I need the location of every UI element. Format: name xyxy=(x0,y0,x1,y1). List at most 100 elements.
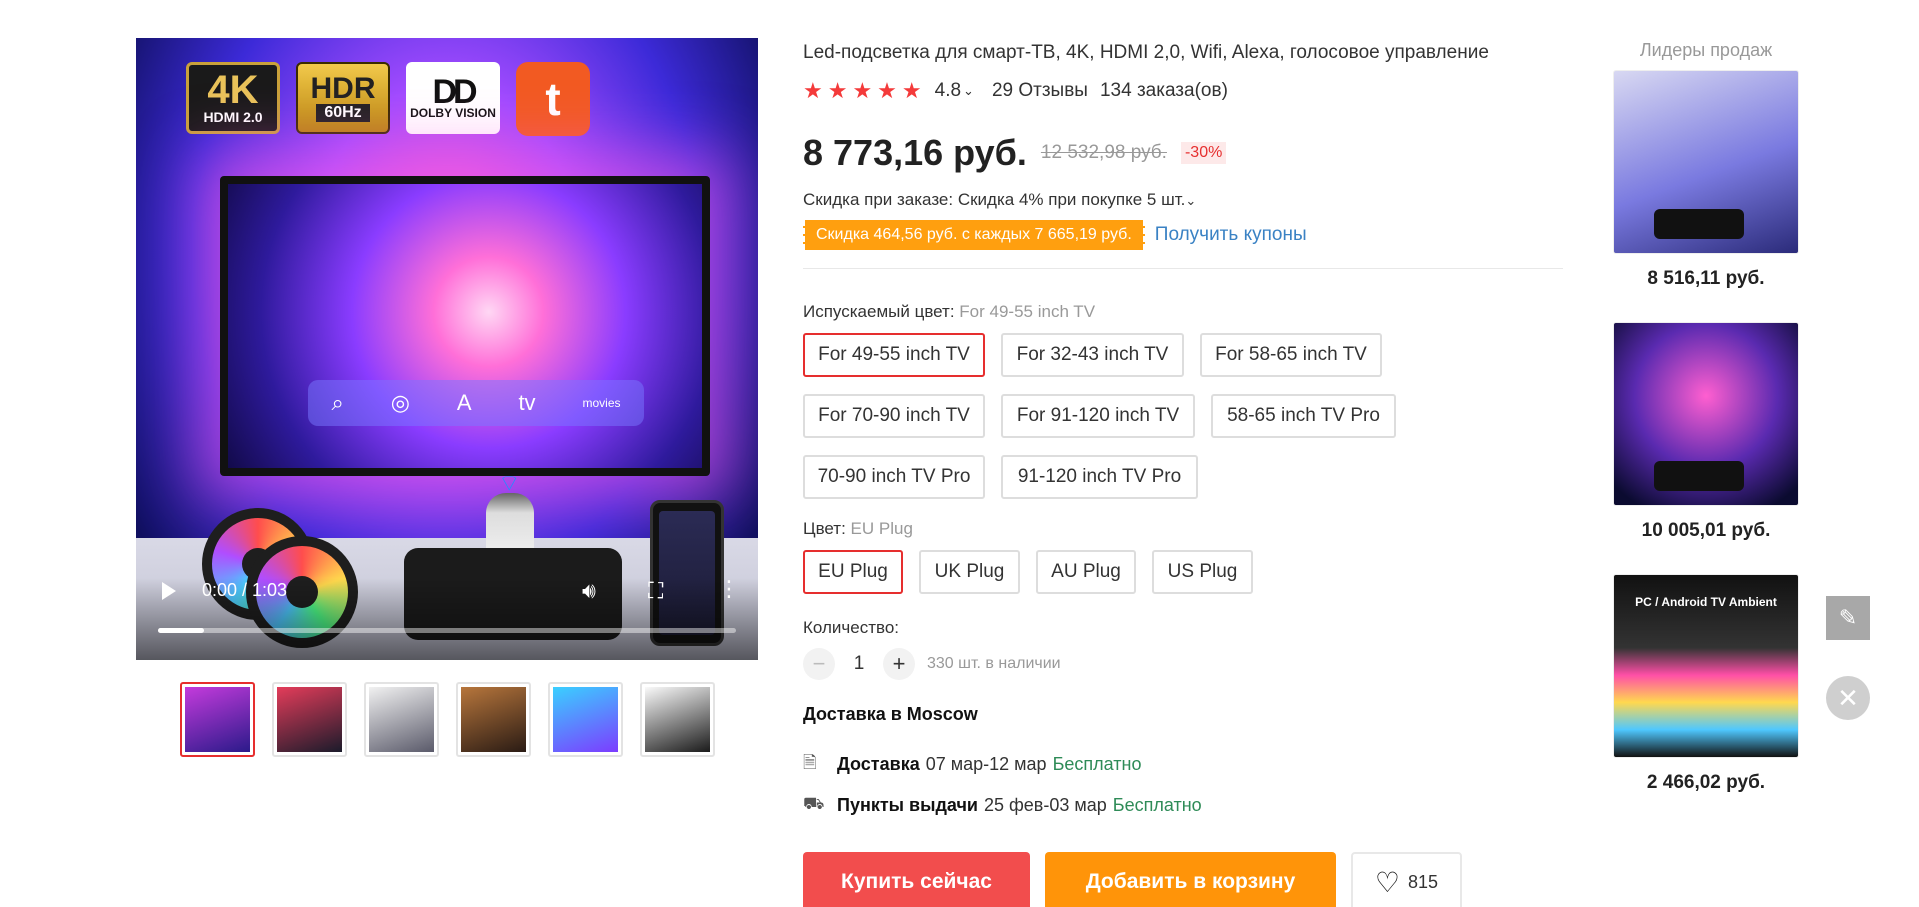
delivery-title: Доставка в Moscow xyxy=(803,704,978,724)
plug-option[interactable]: EU Plug xyxy=(803,550,903,594)
bestsellers-title: Лидеры продаж xyxy=(1639,40,1773,60)
delivery-cost: Бесплатно xyxy=(1052,754,1142,774)
gallery-thumbnail[interactable] xyxy=(548,682,623,757)
video-progress-bar[interactable] xyxy=(158,628,736,633)
size-option[interactable]: 91-120 inch TV Pro xyxy=(1001,455,1198,499)
coupon-ticket: Скидка 464,56 руб. с каждых 7 665,19 руб… xyxy=(803,220,1145,250)
product-title: Led-подсветка для смарт-ТВ, 4K, HDMI 2,0… xyxy=(803,42,1489,63)
plug-option[interactable]: AU Plug xyxy=(1036,550,1136,594)
bestseller-item[interactable]: 8 516,11 руб. xyxy=(1613,70,1799,290)
movies-app-icon: movies xyxy=(582,396,621,410)
fullscreen-icon[interactable]: ⛶ xyxy=(648,578,663,604)
rating-value[interactable]: 4.8 xyxy=(935,80,961,102)
gallery-thumbnail[interactable] xyxy=(272,682,347,757)
pickup-label: Пункты выдачи xyxy=(837,794,978,815)
plug-option[interactable]: UK Plug xyxy=(919,550,1020,594)
wishlist-button[interactable]: ♡ 815 xyxy=(1351,852,1462,907)
gallery-thumbnail[interactable] xyxy=(456,682,531,757)
size-option[interactable]: For 49-55 inch TV xyxy=(803,333,985,377)
hdr-badge-text: HDR xyxy=(310,72,376,105)
tv-box-illustration xyxy=(1654,209,1744,239)
thumbnail-image xyxy=(645,687,710,752)
volume-icon[interactable]: 🔊︎ xyxy=(582,578,596,604)
size-option[interactable]: For 70-90 inch TV xyxy=(803,394,985,438)
bestseller-image xyxy=(1613,322,1799,506)
delivery-dates: 07 мар-12 мар xyxy=(925,754,1047,774)
decrease-quantity-button[interactable]: − xyxy=(803,648,835,680)
gallery-thumbnail[interactable] xyxy=(180,682,255,757)
emitted-color-selected: For 49-55 inch TV xyxy=(959,302,1096,321)
pickup-cost: Бесплатно xyxy=(1112,794,1202,815)
video-time: 0:00 / 1:03 xyxy=(202,580,288,600)
search-app-icon: ⌕ xyxy=(331,390,344,415)
thumbnail-image xyxy=(553,687,618,752)
gallery-thumbnail[interactable] xyxy=(364,682,439,757)
bulk-discount-text: Скидка при заказе: Скидка 4% при покупке… xyxy=(803,190,1186,209)
dolby-vision-text: DOLBY VISION xyxy=(410,105,496,120)
thumbnail-image xyxy=(461,687,526,752)
chevron-down-icon[interactable]: ⌄ xyxy=(963,83,974,99)
thumbnail-image xyxy=(185,687,250,752)
coupon-row: Скидка 464,56 руб. с каждых 7 665,19 руб… xyxy=(803,220,1307,250)
bestseller-image: PC / Android TV Ambient xyxy=(1613,574,1799,758)
edit-pencil-icon[interactable]: ✎ xyxy=(1826,596,1870,640)
app-store-icon: A xyxy=(456,390,472,415)
feature-badges: 4K HDMI 2.0 HDR 60Hz DD DOLBY VISION t xyxy=(186,62,590,136)
current-price: 8 773,16 руб. xyxy=(803,132,1027,173)
add-to-cart-button[interactable]: Добавить в корзину xyxy=(1045,852,1336,907)
increase-quantity-button[interactable]: + xyxy=(883,648,915,680)
more-options-icon[interactable]: ⋮ xyxy=(718,576,740,602)
4k-badge: 4K HDMI 2.0 xyxy=(186,62,280,134)
color-label-text: Цвет: xyxy=(803,519,851,538)
tv-app-dock: ⌕ ◎ A tv movies xyxy=(308,380,644,426)
divider xyxy=(803,268,1563,269)
bestseller-item[interactable]: 10 005,01 руб. xyxy=(1613,322,1799,542)
plug-option[interactable]: US Plug xyxy=(1152,550,1253,594)
hdmi-badge-text: HDMI 2.0 xyxy=(203,109,263,125)
dolby-logo-icon: DD xyxy=(432,72,477,111)
bulk-discount-dropdown[interactable]: Скидка при заказе: Скидка 4% при покупке… xyxy=(803,190,1196,210)
tv-screen: ⌕ ◎ A tv movies xyxy=(228,184,702,468)
delivery-label: Доставка xyxy=(837,754,920,774)
bestseller-item[interactable]: PC / Android TV Ambient 2 466,02 руб. xyxy=(1613,574,1799,794)
heart-icon: ♡ xyxy=(1374,866,1401,898)
4k-badge-text: 4K xyxy=(207,68,259,112)
thumbnail-image xyxy=(277,687,342,752)
price-row: 8 773,16 руб. 12 532,98 руб. -30% xyxy=(803,132,1227,174)
pickup-dates: 25 фев-03 мар xyxy=(983,794,1107,815)
close-icon[interactable]: ✕ xyxy=(1826,676,1870,720)
tv-box-illustration xyxy=(1654,461,1744,491)
hdr-badge: HDR 60Hz xyxy=(296,62,390,134)
dolby-vision-badge: DD DOLBY VISION xyxy=(406,62,500,134)
quantity-stepper: − 1 + 330 шт. в наличии xyxy=(803,648,1061,680)
old-price: 12 532,98 руб. xyxy=(1040,142,1167,163)
emitted-color-label: Испускаемый цвет: For 49-55 inch TV xyxy=(803,302,1095,322)
tv-illustration: ⌕ ◎ A tv movies xyxy=(220,176,710,476)
product-video[interactable]: 4K HDMI 2.0 HDR 60Hz DD DOLBY VISION t ⌕… xyxy=(136,38,758,660)
gallery-thumbnail[interactable] xyxy=(640,682,715,757)
tuya-glyph: t xyxy=(545,73,561,125)
orders-count: 134 заказа(ов) xyxy=(1099,80,1228,101)
stock-count: 330 шт. в наличии xyxy=(927,655,1061,672)
chevron-down-icon: ⌄ xyxy=(1185,193,1197,208)
reviews-link[interactable]: 29 Отзывы xyxy=(992,80,1088,102)
bestseller-price: 2 466,02 руб. xyxy=(1646,772,1766,793)
bestseller-caption: PC / Android TV Ambient xyxy=(1635,595,1777,609)
play-icon[interactable] xyxy=(162,582,176,600)
size-option[interactable]: For 58-65 inch TV xyxy=(1200,333,1382,377)
size-option[interactable]: For 32-43 inch TV xyxy=(1001,333,1184,377)
rating-row: ★★★★★ 4.8 ⌄ 29 Отзывы 134 заказа(ов) xyxy=(803,78,1228,104)
get-coupons-link[interactable]: Получить купоны xyxy=(1155,224,1307,246)
quantity-value[interactable]: 1 xyxy=(835,653,883,675)
color-selected: EU Plug xyxy=(850,519,913,538)
hdr-hz-text: 60Hz xyxy=(316,104,370,122)
emitted-color-label-text: Испускаемый цвет: xyxy=(803,302,960,321)
camera-app-icon: ◎ xyxy=(390,390,410,415)
size-option[interactable]: 58-65 inch TV Pro xyxy=(1211,394,1396,438)
size-option[interactable]: For 91-120 inch TV xyxy=(1001,394,1195,438)
pickup-point-icon: ⛟ xyxy=(803,794,825,813)
bestseller-price: 8 516,11 руб. xyxy=(1647,268,1765,289)
bestseller-image xyxy=(1613,70,1799,254)
size-option[interactable]: 70-90 inch TV Pro xyxy=(803,455,985,499)
buy-now-button[interactable]: Купить сейчас xyxy=(803,852,1030,907)
